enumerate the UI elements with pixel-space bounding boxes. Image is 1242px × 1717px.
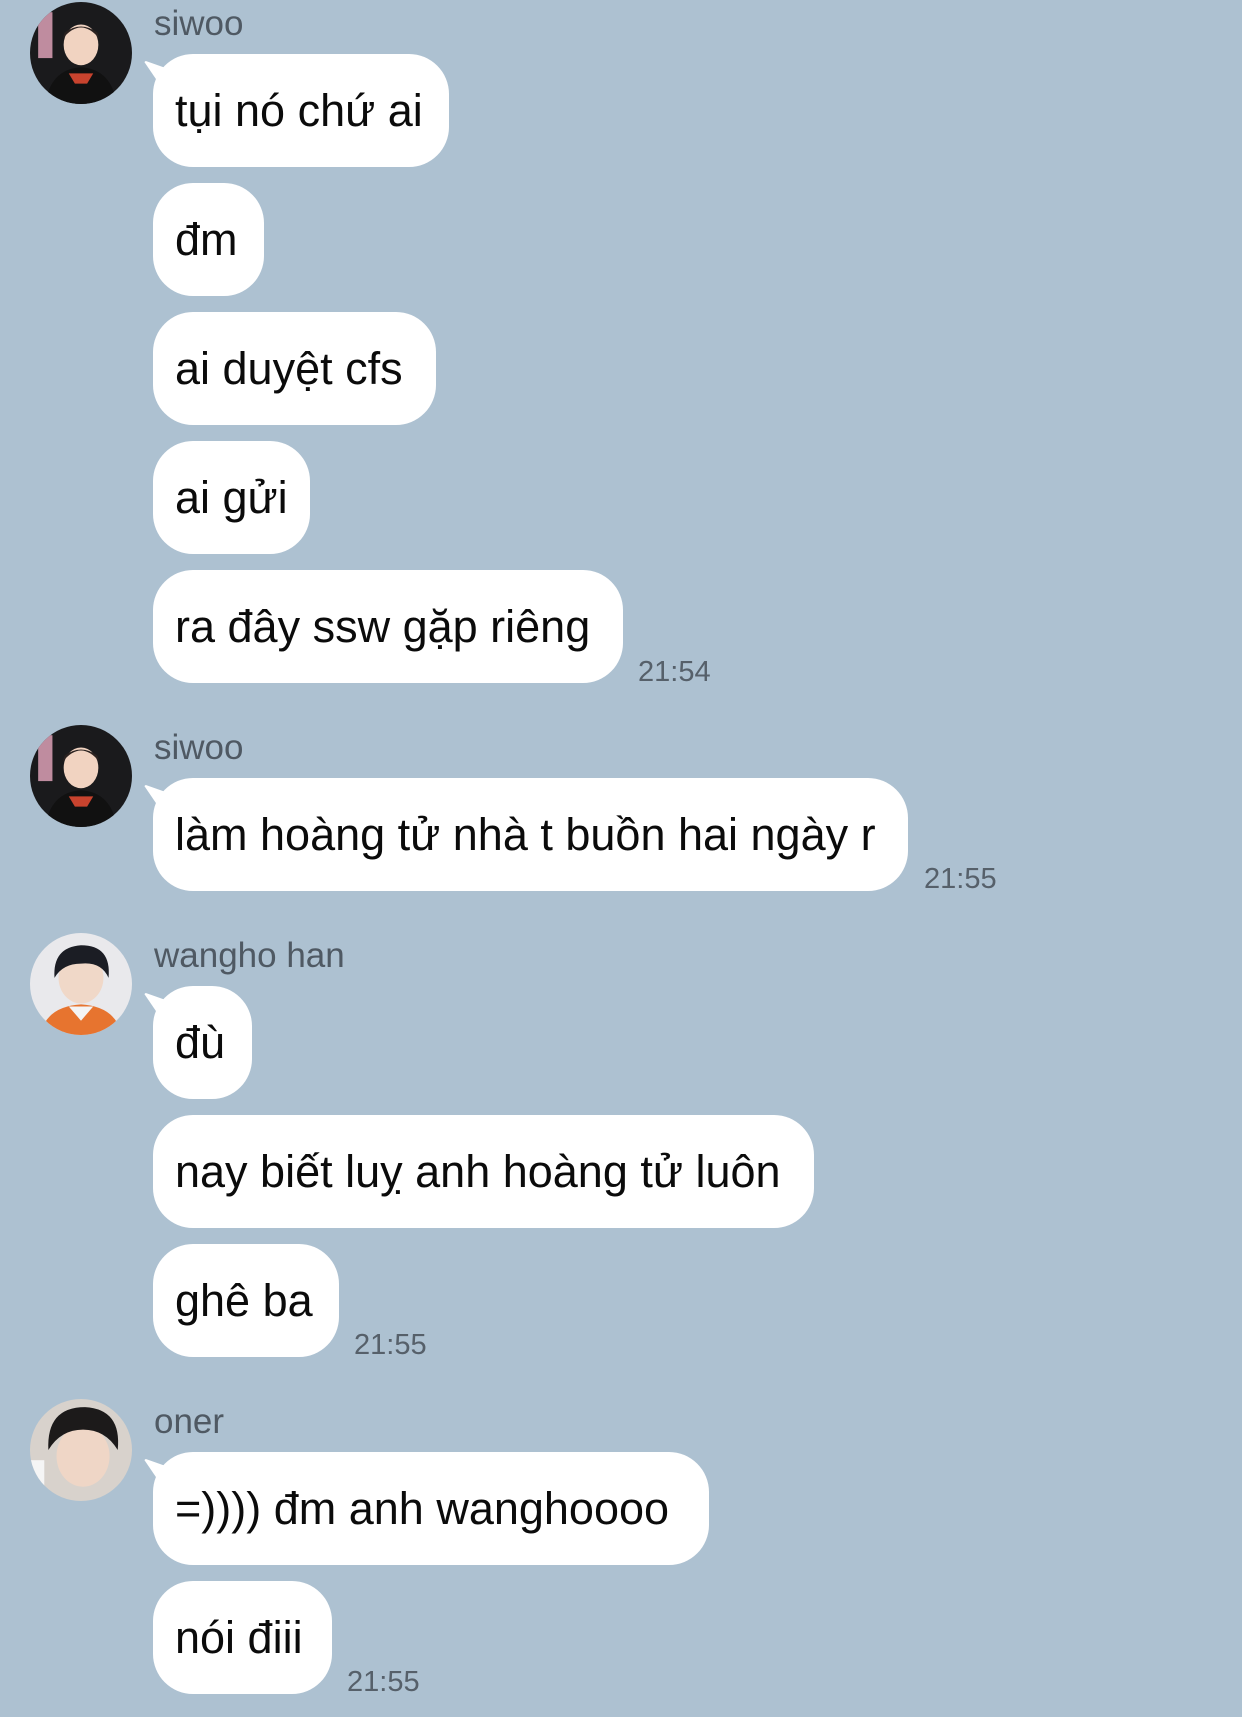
timestamp: 21:55 [924, 863, 997, 895]
message-bubble[interactable]: ghê ba [153, 1244, 339, 1357]
oner-avatar[interactable] [30, 1399, 132, 1501]
avatar-photo-icon [30, 1399, 132, 1501]
sender-name: oner [154, 1402, 225, 1441]
sender-name: siwoo [154, 4, 244, 43]
message-bubble[interactable]: nói điii [153, 1581, 332, 1694]
message-bubble[interactable]: nay biết luỵ anh hoàng tử luôn [153, 1115, 814, 1228]
message-bubble[interactable]: làm hoàng tử nhà t buồn hai ngày r [153, 778, 908, 891]
message-bubble[interactable]: đù [153, 986, 252, 1099]
timestamp: 21:55 [354, 1329, 427, 1361]
wangho-avatar[interactable] [30, 933, 132, 1035]
siwoo-avatar[interactable] [30, 725, 132, 827]
timestamp: 21:55 [347, 1666, 420, 1698]
message-bubble[interactable]: đm [153, 183, 264, 296]
avatar-photo-icon [30, 933, 132, 1035]
message-bubble[interactable]: ai gửi [153, 441, 310, 554]
avatar-photo-icon [30, 2, 132, 104]
avatar-photo-icon [30, 725, 132, 827]
message-bubble[interactable]: tụi nó chứ ai [153, 54, 449, 167]
timestamp: 21:54 [638, 656, 711, 688]
siwoo-avatar[interactable] [30, 2, 132, 104]
message-bubble[interactable]: ai duyệt cfs [153, 312, 436, 425]
message-bubble[interactable]: ra đây ssw gặp riêng [153, 570, 623, 683]
message-bubble[interactable]: =)))) đm anh wanghoooo [153, 1452, 709, 1565]
chat-view: siwoo tụi nó chứ ai đm ai duyệt cfs ai g… [0, 0, 1242, 1717]
sender-name: wangho han [154, 936, 345, 975]
sender-name: siwoo [154, 728, 244, 767]
